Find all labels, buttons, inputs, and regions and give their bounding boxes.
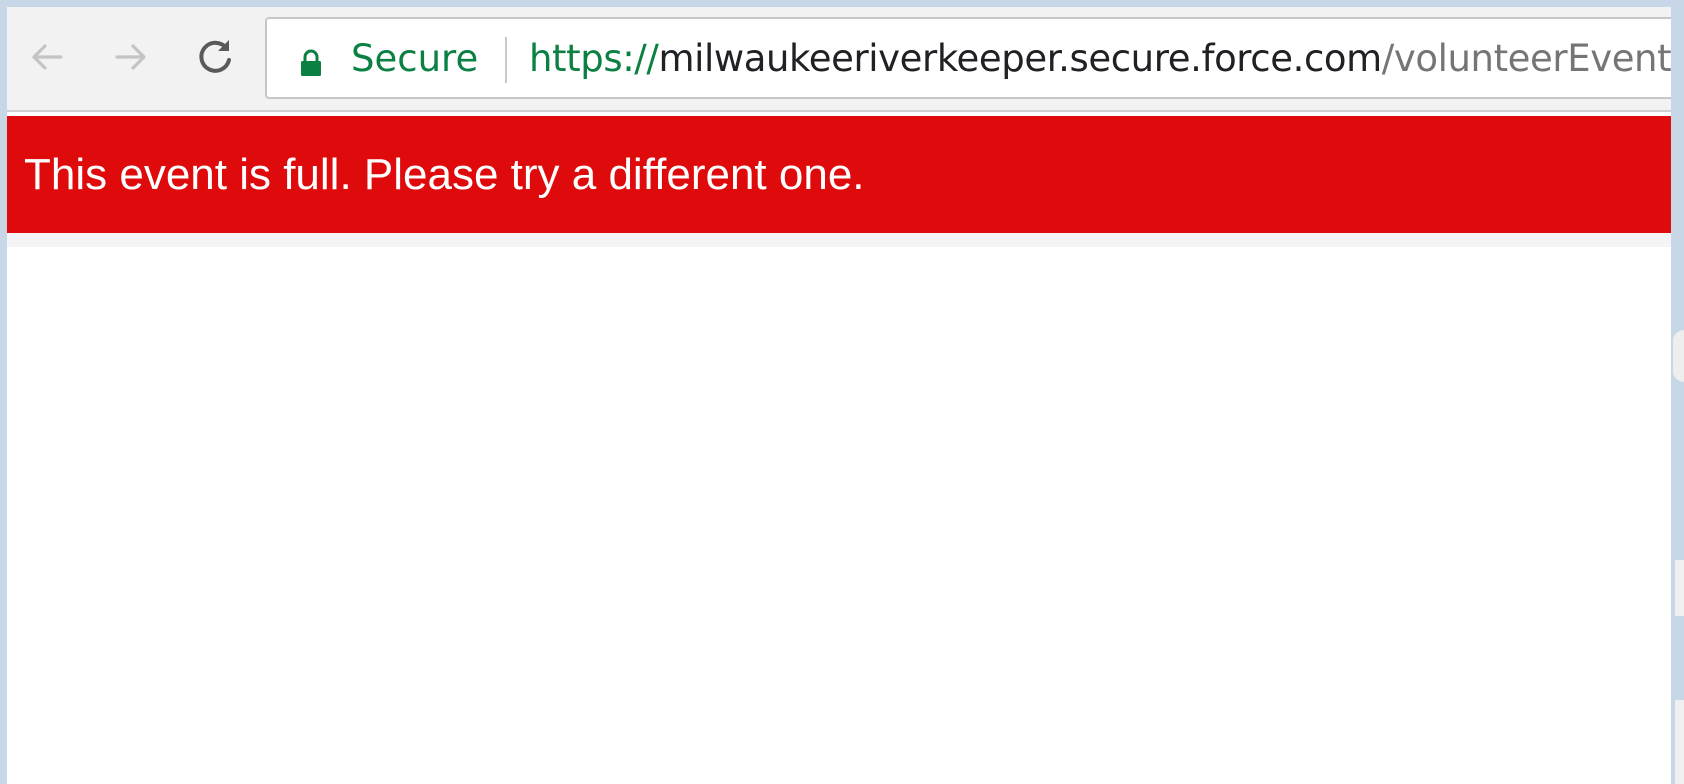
background-shape [1675,560,1684,616]
browser-toolbar: Secure https://milwaukeeriverkeeper.secu… [7,7,1671,112]
lock-icon [301,49,321,76]
banner-divider [7,233,1671,247]
address-separator [505,37,507,83]
browser-window: Secure https://milwaukeeriverkeeper.secu… [7,7,1671,784]
background-shape [1675,700,1684,784]
arrow-right-icon [115,44,146,70]
reload-button[interactable] [187,29,243,85]
background-edge [1671,0,1684,784]
reload-icon [199,40,231,73]
forward-button[interactable] [103,29,159,85]
address-bar[interactable]: Secure https://milwaukeeriverkeeper.secu… [265,17,1671,99]
page-content [7,247,1671,784]
url-text[interactable]: https://milwaukeeriverkeeper.secure.forc… [529,36,1671,82]
url-host: milwaukeeriverkeeper.secure.force.com [658,37,1382,80]
arrow-left-icon [32,44,63,70]
background-shape [1673,330,1684,382]
security-label[interactable]: Secure [351,36,478,82]
error-message: This event is full. Please try a differe… [24,150,865,199]
error-banner: This event is full. Please try a differe… [7,116,1671,233]
back-button[interactable] [19,29,75,85]
url-scheme: https:// [529,37,659,80]
url-path: /volunteerEvent [1381,37,1671,80]
